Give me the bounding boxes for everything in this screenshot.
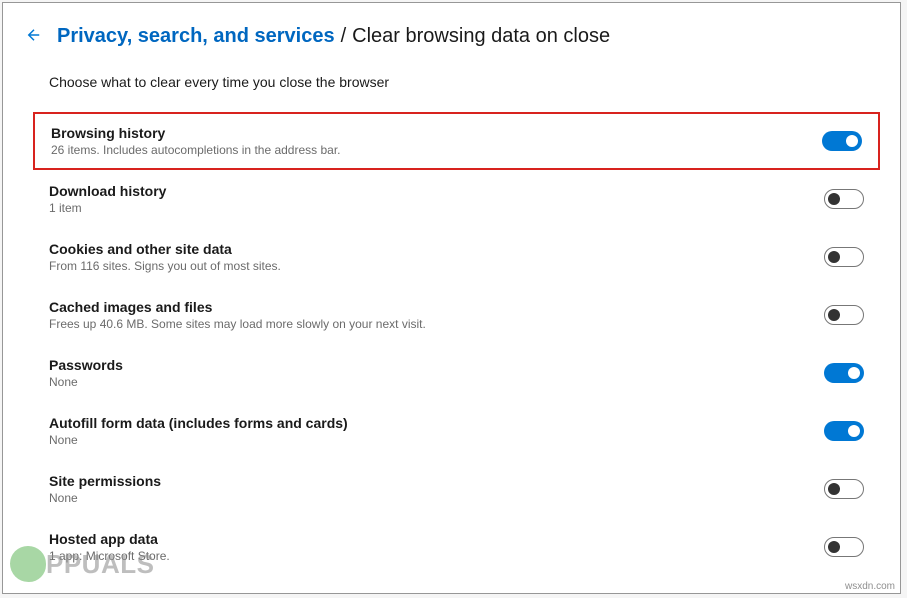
setting-text: Autofill form data (includes forms and c… [49,415,348,447]
setting-title: Autofill form data (includes forms and c… [49,415,348,431]
breadcrumb-separator: / [341,25,347,48]
setting-title: Download history [49,183,166,199]
setting-hosted-app-data: Hosted app data 1 app: Microsoft Store. [33,518,880,576]
setting-title: Browsing history [51,125,341,141]
setting-text: Cookies and other site data From 116 sit… [49,241,281,273]
settings-list: Browsing history 26 items. Includes auto… [33,112,880,576]
setting-cookies: Cookies and other site data From 116 sit… [33,228,880,286]
setting-text: Site permissions None [49,473,161,505]
setting-text: Download history 1 item [49,183,166,215]
breadcrumb: Privacy, search, and services / Clear br… [57,25,610,48]
setting-browsing-history: Browsing history 26 items. Includes auto… [33,112,880,170]
setting-desc: None [49,433,348,447]
setting-cached: Cached images and files Frees up 40.6 MB… [33,286,880,344]
setting-desc: None [49,375,123,389]
setting-passwords: Passwords None [33,344,880,402]
toggle-cookies[interactable] [824,247,864,267]
setting-desc: None [49,491,161,505]
settings-panel: Privacy, search, and services / Clear br… [2,2,901,594]
setting-site-permissions: Site permissions None [33,460,880,518]
toggle-autofill[interactable] [824,421,864,441]
toggle-passwords[interactable] [824,363,864,383]
setting-download-history: Download history 1 item [33,170,880,228]
setting-desc: From 116 sites. Signs you out of most si… [49,259,281,273]
back-arrow-icon[interactable] [25,26,43,47]
setting-desc: 26 items. Includes autocompletions in th… [51,143,341,157]
toggle-browsing-history[interactable] [822,131,862,151]
setting-title: Passwords [49,357,123,373]
setting-title: Hosted app data [49,531,170,547]
setting-text: Hosted app data 1 app: Microsoft Store. [49,531,170,563]
setting-title: Cookies and other site data [49,241,281,257]
site-credit: wsxdn.com [845,581,895,592]
toggle-cached[interactable] [824,305,864,325]
setting-title: Cached images and files [49,299,426,315]
setting-text: Cached images and files Frees up 40.6 MB… [49,299,426,331]
toggle-download-history[interactable] [824,189,864,209]
toggle-site-permissions[interactable] [824,479,864,499]
setting-title: Site permissions [49,473,161,489]
breadcrumb-current: Clear browsing data on close [352,25,610,48]
setting-text: Passwords None [49,357,123,389]
breadcrumb-parent-link[interactable]: Privacy, search, and services [57,25,335,48]
setting-desc: Frees up 40.6 MB. Some sites may load mo… [49,317,426,331]
setting-desc: 1 app: Microsoft Store. [49,549,170,563]
setting-desc: 1 item [49,201,166,215]
setting-autofill: Autofill form data (includes forms and c… [33,402,880,460]
setting-text: Browsing history 26 items. Includes auto… [51,125,341,157]
breadcrumb-row: Privacy, search, and services / Clear br… [25,25,880,48]
toggle-hosted-app-data[interactable] [824,537,864,557]
intro-text: Choose what to clear every time you clos… [49,74,880,90]
